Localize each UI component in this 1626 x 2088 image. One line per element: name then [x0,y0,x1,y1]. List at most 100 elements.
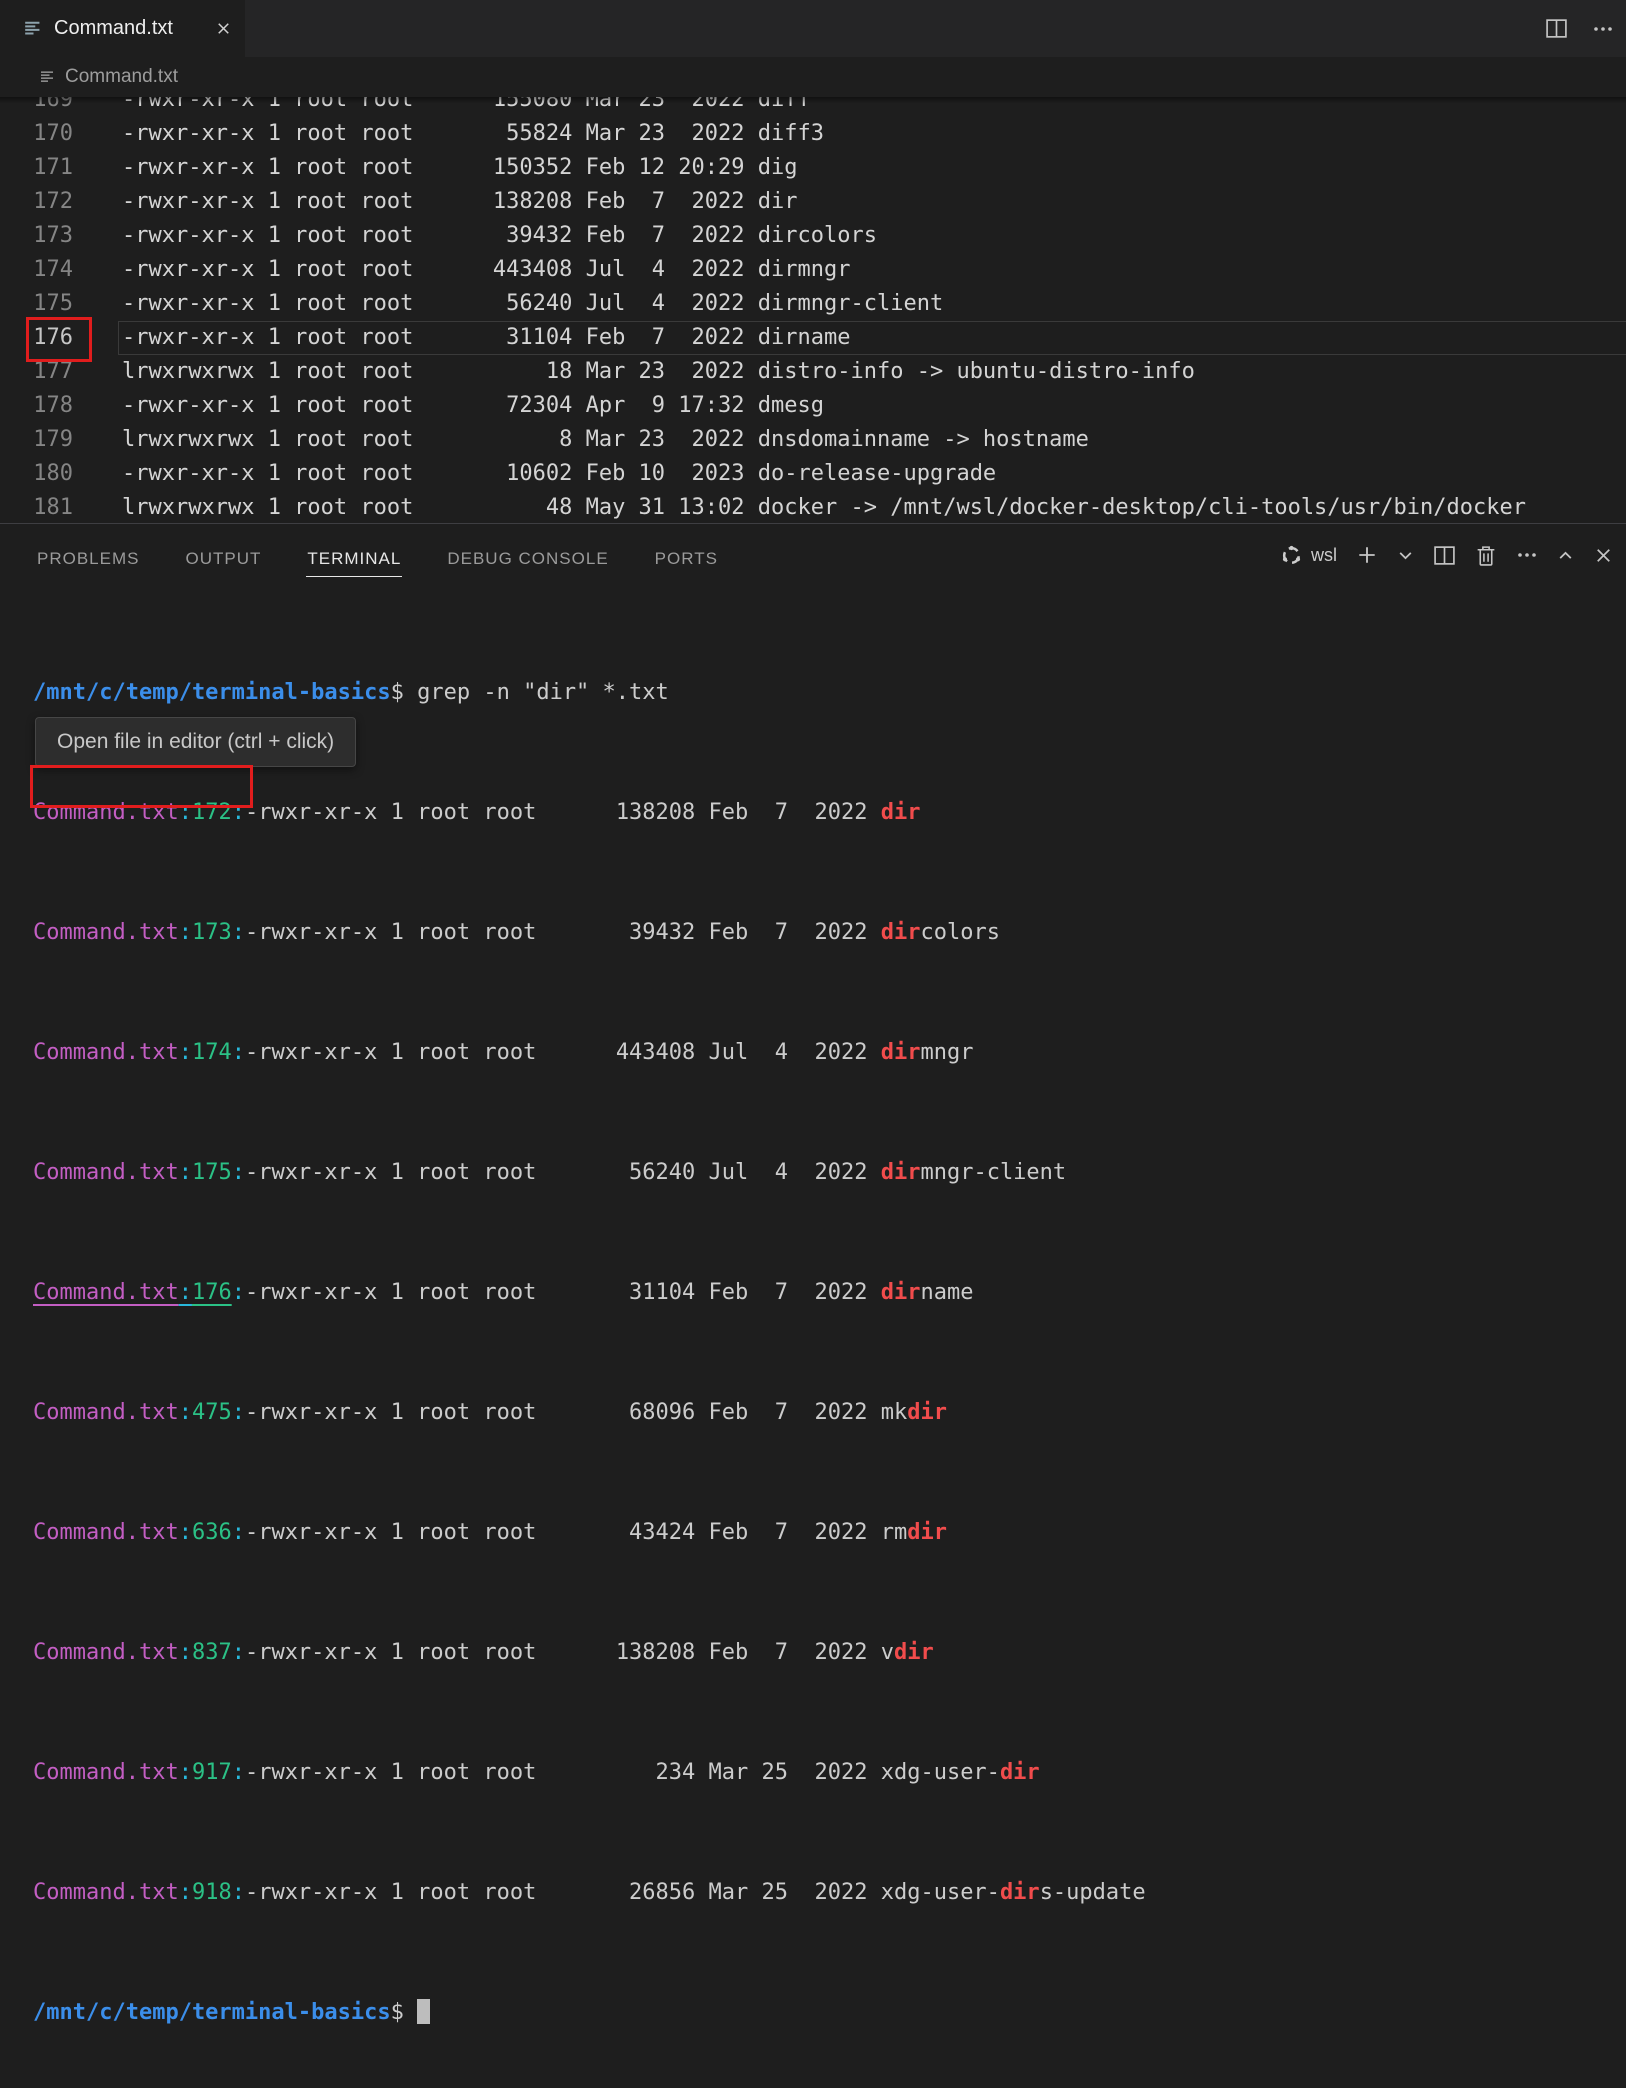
tab-ports[interactable]: PORTS [654,533,719,577]
editor-tab-bar: Command.txt [0,0,1626,57]
match-highlight: dir [881,920,921,945]
grep-result-line: Command.txt:475:-rwxr-xr-x 1 root root 6… [33,1398,1146,1428]
trash-icon[interactable] [1475,544,1497,567]
bottom-panel: PROBLEMS OUTPUT TERMINAL DEBUG CONSOLE P… [0,523,1626,1048]
editor-line: 171 -rwxr-xr-x 1 root root 150352 Feb 12 … [0,151,1626,185]
editor-line: 178 -rwxr-xr-x 1 root root 72304 Apr 9 17… [0,389,1626,423]
tab-terminal[interactable]: TERMINAL [306,533,402,577]
file-link[interactable]: Command.txt [33,800,179,825]
close-panel-icon[interactable] [1593,545,1614,566]
new-terminal-icon[interactable] [1356,544,1378,566]
line-text[interactable]: -rwxr-xr-x 1 root root 39432 Feb 7 2022 … [122,219,877,253]
line-text[interactable]: lrwxrwxrwx 1 root root 8 Mar 23 2022 dns… [122,423,1089,457]
match-highlight: dir [881,800,921,825]
split-editor-icon[interactable] [1545,17,1568,40]
grep-result-line: Command.txt:172:-rwxr-xr-x 1 root root 1… [33,798,1146,828]
editor-line: 169 -rwxr-xr-x 1 root root 155080 Mar 23 … [0,97,1626,117]
breadcrumb-item[interactable]: Command.txt [65,66,178,88]
grep-result-line: Command.txt:917:-rwxr-xr-x 1 root root 2… [33,1758,1146,1788]
line-text[interactable]: -rwxr-xr-x 1 root root 72304 Apr 9 17:32… [122,389,824,423]
maximize-panel-icon[interactable] [1557,547,1574,564]
match-highlight: dir [881,1160,921,1185]
close-icon[interactable] [214,19,233,38]
grep-result-line: Command.txt:174:-rwxr-xr-x 1 root root 4… [33,1038,1146,1068]
prompt-path: /mnt/c/temp/terminal-basics [33,680,391,705]
tab-output[interactable]: OUTPUT [184,533,262,577]
tab-command-txt[interactable]: Command.txt [0,0,245,57]
chevron-down-icon[interactable] [1397,547,1414,564]
line-text[interactable]: -rwxr-xr-x 1 root root 56240 Jul 4 2022 … [122,287,943,321]
match-highlight: dir [1000,1880,1040,1905]
grep-result-line: Command.txt:173:-rwxr-xr-x 1 root root 3… [33,918,1146,948]
link-tooltip: Open file in editor (ctrl + click) [35,717,356,767]
panel-tab-bar: PROBLEMS OUTPUT TERMINAL DEBUG CONSOLE P… [36,524,719,586]
line-number[interactable]: 172 [0,185,73,219]
grep-result-line: Command.txt:175:-rwxr-xr-x 1 root root 5… [33,1158,1146,1188]
line-number[interactable]: 169 [0,97,73,117]
typed-command: grep -n "dir" *.txt [404,680,669,705]
breadcrumb[interactable]: Command.txt [0,57,1626,97]
editor-pane[interactable]: 169 -rwxr-xr-x 1 root root 155080 Mar 23 … [0,97,1626,523]
more-actions-icon[interactable] [1592,18,1614,40]
line-text[interactable]: -rwxr-xr-x 1 root root 10602 Feb 10 2023… [122,457,996,491]
line-number[interactable]: 180 [0,457,73,491]
line-text[interactable]: -rwxr-xr-x 1 root root 138208 Feb 7 2022… [122,185,798,219]
match-highlight: dir [1000,1760,1040,1785]
line-number[interactable]: 174 [0,253,73,287]
grep-result-line: Command.txt:918:-rwxr-xr-x 1 root root 2… [33,1878,1146,1908]
tab-problems[interactable]: PROBLEMS [36,533,140,577]
file-link[interactable]: Command.txt [33,1640,179,1665]
terminal-output[interactable]: /mnt/c/temp/terminal-basics$ grep -n "di… [33,618,1146,2088]
file-link[interactable]: Command.txt [33,1520,179,1545]
shell-label: wsl [1311,545,1337,566]
editor-content: 169 -rwxr-xr-x 1 root root 155080 Mar 23 … [0,97,1626,523]
file-link[interactable]: Command.txt [33,1040,179,1065]
line-number[interactable]: 171 [0,151,73,185]
file-lines-icon [24,19,43,38]
file-lines-icon [40,69,56,85]
line-text[interactable]: -rwxr-xr-x 1 root root 55824 Mar 23 2022… [122,117,824,151]
editor-line: 180 -rwxr-xr-x 1 root root 10602 Feb 10 2… [0,457,1626,491]
file-link[interactable]: Command.txt [33,1160,179,1185]
editor-line: 177 lrwxrwxrwx 1 root root 18 Mar 23 2022… [0,355,1626,389]
tab-debug-console[interactable]: DEBUG CONSOLE [446,533,609,577]
line-number[interactable]: 177 [0,355,73,389]
line-text[interactable]: lrwxrwxrwx 1 root root 18 Mar 23 2022 di… [122,355,1195,389]
file-link[interactable]: Command.txt [33,1880,179,1905]
more-actions-icon[interactable] [1516,544,1538,566]
line-number[interactable]: 175 [0,287,73,321]
prompt-dollar: $ [391,680,404,705]
grep-result-line: Command.txt:636:-rwxr-xr-x 1 root root 4… [33,1518,1146,1548]
line-number[interactable]: 181 [0,491,73,523]
line-text[interactable]: lrwxrwxrwx 1 root root 48 May 31 13:02 d… [122,491,1526,523]
split-terminal-icon[interactable] [1433,544,1456,567]
match-highlight: dir [894,1640,934,1665]
line-text[interactable]: -rwxr-xr-x 1 root root 155080 Mar 23 202… [122,97,811,117]
file-link[interactable]: Command.txt [33,920,179,945]
line-number[interactable]: 170 [0,117,73,151]
line-number[interactable]: 179 [0,423,73,457]
match-highlight: dir [907,1400,947,1425]
grep-result-line: Command.txt:837:-rwxr-xr-x 1 root root 1… [33,1638,1146,1668]
match-highlight: dir [907,1520,947,1545]
file-link[interactable]: Command.txt [33,1760,179,1785]
terminal-shell-selector[interactable]: wsl [1280,544,1337,567]
panel-actions: wsl [1280,524,1614,586]
editor-line: 181 lrwxrwxrwx 1 root root 48 May 31 13:0… [0,491,1626,523]
ubuntu-icon [1280,544,1303,567]
editor-line: 174 -rwxr-xr-x 1 root root 443408 Jul 4 2… [0,253,1626,287]
line-number[interactable]: 173 [0,219,73,253]
line-text[interactable]: -rwxr-xr-x 1 root root 443408 Jul 4 2022… [122,253,850,287]
line-number[interactable]: 178 [0,389,73,423]
terminal-command-line: /mnt/c/temp/terminal-basics$ grep -n "di… [33,678,1146,708]
editor-line: 173 -rwxr-xr-x 1 root root 39432 Feb 7 20… [0,219,1626,253]
editor-line-current[interactable]: 176 -rwxr-xr-x 1 root root 31104 Feb 7 20… [0,321,1626,355]
editor-line: 175 -rwxr-xr-x 1 root root 56240 Jul 4 20… [0,287,1626,321]
grep-result-line-hovered: Command.txt:176:-rwxr-xr-x 1 root root 3… [33,1278,1146,1308]
file-link[interactable]: Command.txt [33,1400,179,1425]
line-text[interactable]: -rwxr-xr-x 1 root root 150352 Feb 12 20:… [122,151,798,185]
editor-actions [1545,0,1614,57]
line-number-active[interactable]: 176 [0,321,73,355]
file-line-link[interactable]: Command.txt:176 [33,1280,232,1305]
line-text[interactable]: -rwxr-xr-x 1 root root 31104 Feb 7 2022 … [122,321,850,355]
